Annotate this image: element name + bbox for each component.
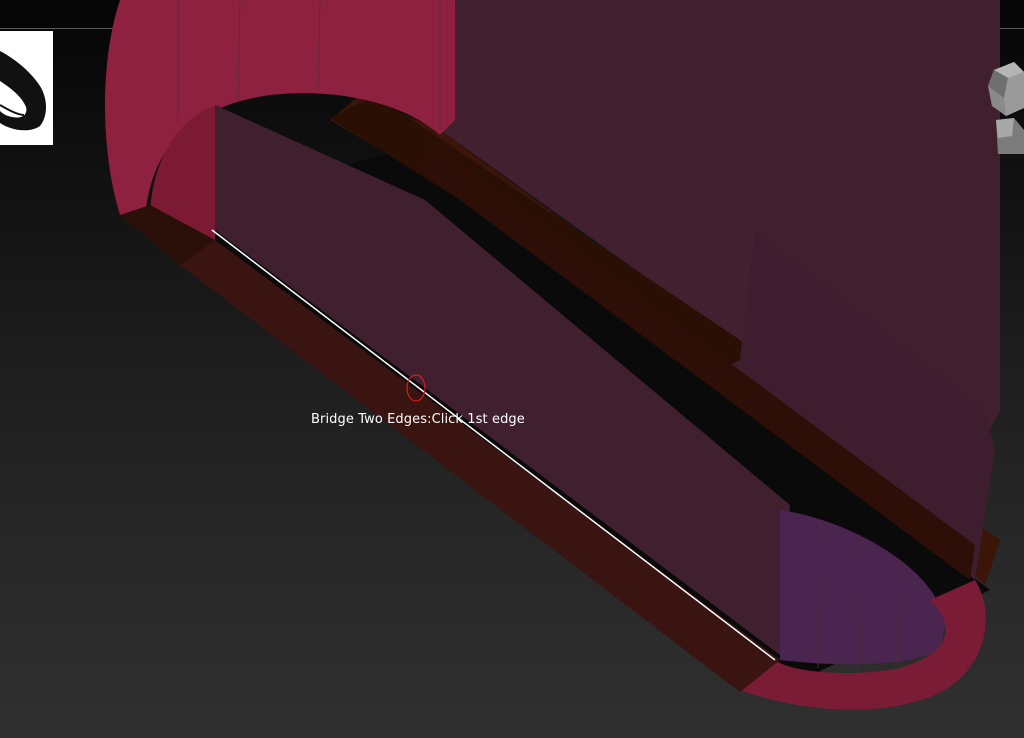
status-message: Bridge Two Edges:Click 1st edge [311,412,525,427]
head-model-icon [988,62,1024,154]
brush-thumbnail-icon[interactable] [0,31,53,145]
brush-cursor-circle-icon [406,374,426,402]
mesh-model[interactable] [0,0,1024,738]
head-view-icon[interactable] [984,58,1024,158]
brush-shape-icon [0,51,46,131]
3d-viewport[interactable]: Bridge Two Edges:Click 1st edge [0,0,1024,738]
